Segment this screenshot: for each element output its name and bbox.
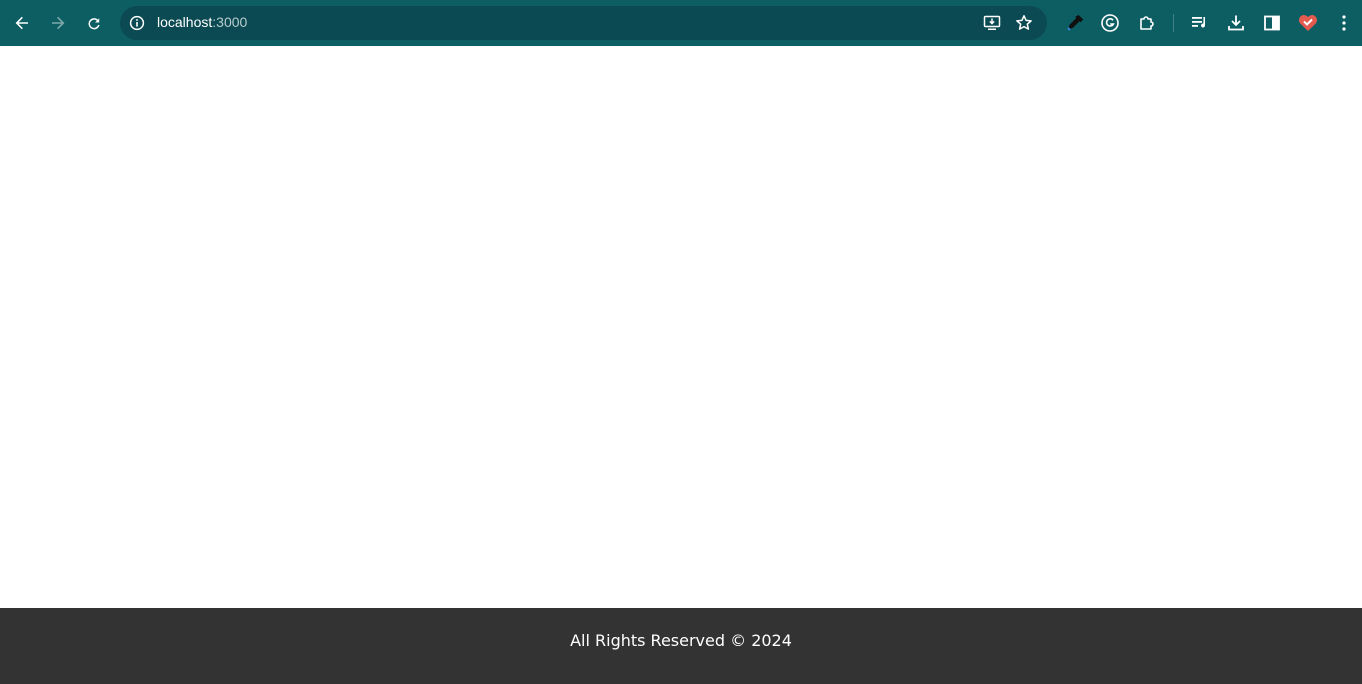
grammarly-extension-icon[interactable]: [1098, 11, 1122, 35]
url-port: :3000: [212, 14, 248, 30]
browser-toolbar: localhost:3000: [0, 0, 1362, 46]
eyedropper-extension-icon[interactable]: [1063, 11, 1087, 35]
footer-copyright: All Rights Reserved © 2024: [570, 630, 792, 650]
reading-list-icon[interactable]: [1188, 11, 1212, 35]
forward-button[interactable]: [40, 5, 76, 41]
arrow-right-icon: [50, 15, 66, 31]
page-content: [0, 46, 1362, 608]
reload-button[interactable]: [76, 5, 112, 41]
url-host: localhost: [157, 14, 213, 30]
info-icon[interactable]: [129, 15, 145, 31]
reload-icon: [86, 15, 102, 31]
puzzle-icon[interactable]: [1135, 11, 1159, 35]
arrow-left-icon: [14, 15, 30, 31]
back-button[interactable]: [4, 5, 40, 41]
heart-extension-icon[interactable]: [1296, 11, 1320, 35]
toolbar-divider: [1173, 14, 1174, 32]
page-footer: All Rights Reserved © 2024: [0, 608, 1362, 684]
side-panel-icon[interactable]: [1260, 11, 1284, 35]
kebab-menu-icon[interactable]: [1332, 11, 1356, 35]
star-icon[interactable]: [1012, 11, 1036, 35]
address-bar[interactable]: localhost:3000: [120, 6, 1047, 40]
url-text[interactable]: localhost:3000: [157, 14, 247, 30]
download-icon[interactable]: [1224, 11, 1248, 35]
install-app-icon[interactable]: [980, 11, 1004, 35]
